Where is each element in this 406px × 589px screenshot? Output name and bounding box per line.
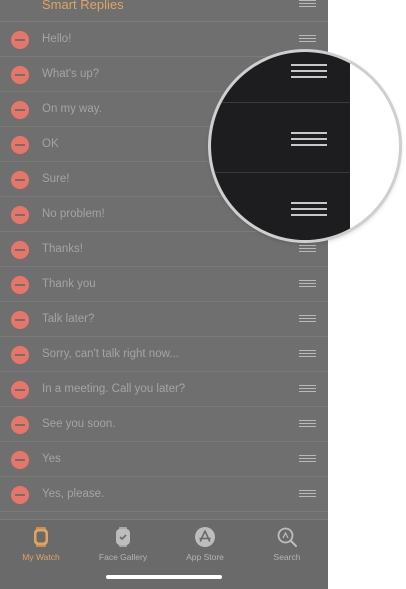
- list-item[interactable]: Yes: [0, 442, 328, 477]
- section-title: Smart Replies: [42, 0, 124, 12]
- tab-app-store[interactable]: App Store: [164, 526, 246, 562]
- list-item[interactable]: Sorry, can't talk right now...: [0, 337, 328, 372]
- reply-label: Yes: [42, 453, 61, 465]
- reorder-handle-icon: [291, 202, 327, 216]
- row-separator: [211, 172, 350, 173]
- reorder-handle-icon[interactable]: [299, 315, 316, 323]
- reply-label: Sorry, can't talk right now...: [42, 348, 179, 360]
- delete-button[interactable]: [11, 136, 29, 154]
- reorder-handle-icon[interactable]: [299, 280, 316, 288]
- delete-button[interactable]: [11, 276, 29, 294]
- reorder-handle-icon[interactable]: [299, 35, 316, 43]
- reply-label: Hello!: [42, 33, 72, 45]
- reorder-handle-icon: [291, 132, 327, 146]
- app-store-icon: [195, 527, 215, 547]
- home-indicator[interactable]: [106, 575, 222, 579]
- delete-button[interactable]: [11, 486, 29, 504]
- section-header: Smart Replies: [0, 0, 328, 22]
- reply-label: Thank you: [42, 278, 96, 290]
- zoom-magnifier: [211, 52, 399, 240]
- tab-label: Face Gallery: [98, 552, 148, 562]
- delete-button[interactable]: [11, 346, 29, 364]
- reorder-handle-icon[interactable]: [299, 455, 316, 463]
- reorder-handle-icon[interactable]: [299, 490, 316, 498]
- tab-label: Search: [273, 552, 301, 562]
- list-item[interactable]: Yes, please.: [0, 477, 328, 512]
- delete-button[interactable]: [11, 311, 29, 329]
- reorder-handle-icon[interactable]: [299, 245, 316, 253]
- watch-icon: [34, 527, 48, 547]
- magnified-list: [211, 52, 350, 240]
- delete-button[interactable]: [11, 381, 29, 399]
- reorder-handle-icon[interactable]: [299, 350, 316, 358]
- face-gallery-icon: [116, 527, 130, 547]
- reply-label: OK: [42, 138, 59, 150]
- list-item[interactable]: See you soon.: [0, 407, 328, 442]
- tab-my-watch[interactable]: My Watch: [0, 526, 82, 562]
- reorder-handle-icon[interactable]: [299, 385, 316, 393]
- delete-button[interactable]: [11, 416, 29, 434]
- search-icon: [277, 527, 297, 547]
- tab-face-gallery[interactable]: Face Gallery: [82, 526, 164, 562]
- reply-label: Talk later?: [42, 313, 95, 325]
- reorder-handle-icon[interactable]: [299, 420, 316, 428]
- tab-label: My Watch: [22, 552, 60, 562]
- delete-button[interactable]: [11, 66, 29, 84]
- reply-label: No problem!: [42, 208, 105, 220]
- reply-label: What's up?: [42, 68, 100, 80]
- delete-button[interactable]: [11, 101, 29, 119]
- reply-label: See you soon.: [42, 418, 116, 430]
- list-item[interactable]: Thank you: [0, 267, 328, 302]
- reply-label: Yes, please.: [42, 488, 105, 500]
- reply-label: Thanks!: [42, 243, 83, 255]
- reorder-handle-icon: [291, 64, 327, 78]
- list-item[interactable]: Talk later?: [0, 302, 328, 337]
- reply-label: On my way.: [42, 103, 102, 115]
- delete-button[interactable]: [11, 171, 29, 189]
- delete-button[interactable]: [11, 241, 29, 259]
- reply-label: In a meeting. Call you later?: [42, 383, 186, 395]
- delete-button[interactable]: [11, 206, 29, 224]
- reorder-handle-icon[interactable]: [299, 0, 316, 8]
- list-item[interactable]: In a meeting. Call you later?: [0, 372, 328, 407]
- tab-search[interactable]: Search: [246, 526, 328, 562]
- tab-label: App Store: [186, 552, 224, 562]
- delete-button[interactable]: [11, 451, 29, 469]
- row-separator: [211, 102, 350, 103]
- delete-button[interactable]: [11, 31, 29, 49]
- reply-label: Sure!: [42, 173, 70, 185]
